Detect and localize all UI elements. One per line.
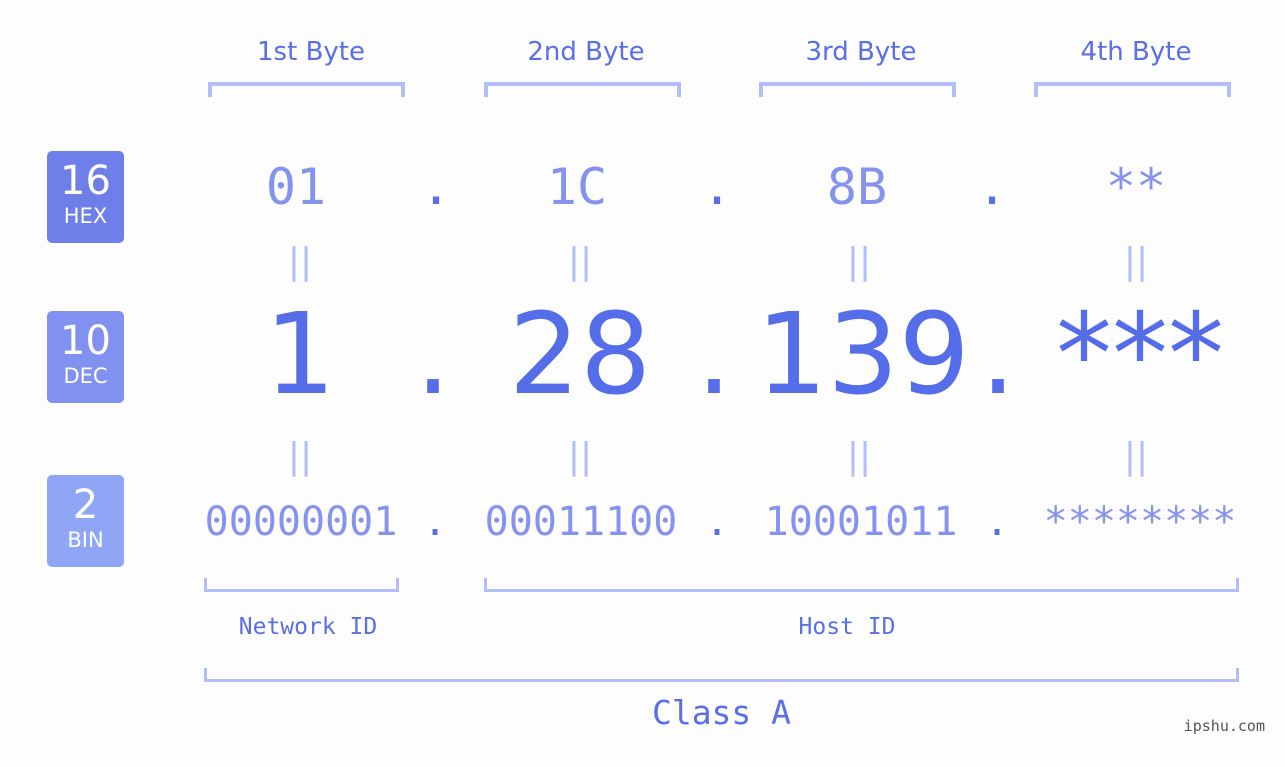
bin-separator-1: . xyxy=(422,499,448,545)
equals-icon: || xyxy=(287,241,313,282)
bin-base-label: BIN xyxy=(67,528,104,552)
byte-bracket-3 xyxy=(759,82,956,97)
dec-value-4: *** xyxy=(1056,290,1224,420)
dec-value-2: 28 xyxy=(508,290,652,420)
host-id-label: Host ID xyxy=(798,614,896,640)
equals-icon: || xyxy=(567,436,593,477)
equals-icon: || xyxy=(1123,241,1149,282)
hex-badge: 16 HEX xyxy=(47,151,124,243)
equals-icon: || xyxy=(567,241,593,282)
equals-icon: || xyxy=(1123,436,1149,477)
network-id-bracket xyxy=(204,578,399,592)
bin-separator-2: . xyxy=(704,499,730,545)
dec-badge: 10 DEC xyxy=(47,311,124,403)
hex-separator-2: . xyxy=(701,158,733,216)
dec-base-number: 10 xyxy=(60,318,111,364)
hex-separator-1: . xyxy=(420,158,452,216)
watermark: ipshu.com xyxy=(1183,717,1265,735)
bin-value-3: 10001011 xyxy=(764,499,958,545)
network-id-label: Network ID xyxy=(238,614,378,640)
bin-value-1: 00000001 xyxy=(204,499,398,545)
bin-badge: 2 BIN xyxy=(47,475,124,567)
byte-bracket-1 xyxy=(208,82,405,97)
equals-icon: || xyxy=(846,241,872,282)
equals-icon: || xyxy=(846,436,872,477)
host-id-bracket xyxy=(484,578,1239,592)
byte-header-3: 3rd Byte xyxy=(805,37,917,67)
bin-value-4: ******** xyxy=(1043,499,1237,545)
bin-value-2: 00011100 xyxy=(484,499,678,545)
hex-base-label: HEX xyxy=(63,204,108,228)
equals-icon: || xyxy=(287,436,313,477)
byte-bracket-4 xyxy=(1034,82,1231,97)
bin-base-number: 2 xyxy=(72,482,99,528)
hex-value-1: 01 xyxy=(265,158,327,216)
dec-value-1: 1 xyxy=(264,290,336,420)
byte-bracket-2 xyxy=(484,82,681,97)
class-bracket xyxy=(204,668,1239,682)
hex-separator-3: . xyxy=(976,158,1008,216)
dec-base-label: DEC xyxy=(63,364,108,388)
hex-value-2: 1C xyxy=(546,158,608,216)
dec-value-3: 139 xyxy=(756,290,970,420)
class-label: Class A xyxy=(651,693,792,732)
hex-value-4: ** xyxy=(1105,158,1167,216)
byte-header-4: 4th Byte xyxy=(1080,37,1192,67)
hex-value-3: 8B xyxy=(826,158,888,216)
byte-header-1: 1st Byte xyxy=(257,37,365,67)
byte-header-2: 2nd Byte xyxy=(527,37,645,67)
hex-base-number: 16 xyxy=(60,158,111,204)
bin-separator-3: . xyxy=(984,499,1010,545)
